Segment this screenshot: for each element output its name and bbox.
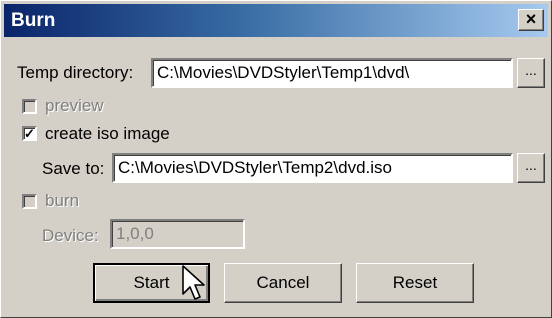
device-input[interactable]: 1,0,0 [110, 219, 245, 249]
preview-checkbox[interactable] [22, 99, 37, 114]
save-to-browse-button[interactable]: ... [517, 153, 545, 183]
arrow-pointer-icon [182, 265, 205, 300]
title-bar[interactable]: Burn × [4, 4, 548, 37]
burn-label: burn [45, 191, 80, 210]
save-to-label: Save to: [42, 159, 105, 178]
preview-label: preview [45, 96, 104, 115]
reset-button[interactable]: Reset [356, 263, 474, 303]
create-iso-label: create iso image [45, 124, 170, 143]
create-iso-checkbox[interactable]: ✓ [22, 126, 37, 141]
device-label: Device: [42, 226, 99, 245]
dialog-title: Burn [11, 10, 56, 31]
cancel-button[interactable]: Cancel [224, 263, 342, 303]
burn-dialog: Burn × Temp directory: C:\Movies\DVDStyl… [0, 0, 552, 318]
temp-directory-input[interactable]: C:\Movies\DVDStyler\Temp1\dvd\ [151, 58, 513, 88]
temp-directory-label: Temp directory: [17, 63, 134, 82]
save-to-input[interactable]: C:\Movies\DVDStyler\Temp2\dvd.iso [112, 153, 513, 183]
burn-checkbox[interactable] [22, 194, 37, 209]
temp-directory-browse-button[interactable]: ... [517, 58, 545, 88]
close-button[interactable]: × [518, 9, 544, 31]
